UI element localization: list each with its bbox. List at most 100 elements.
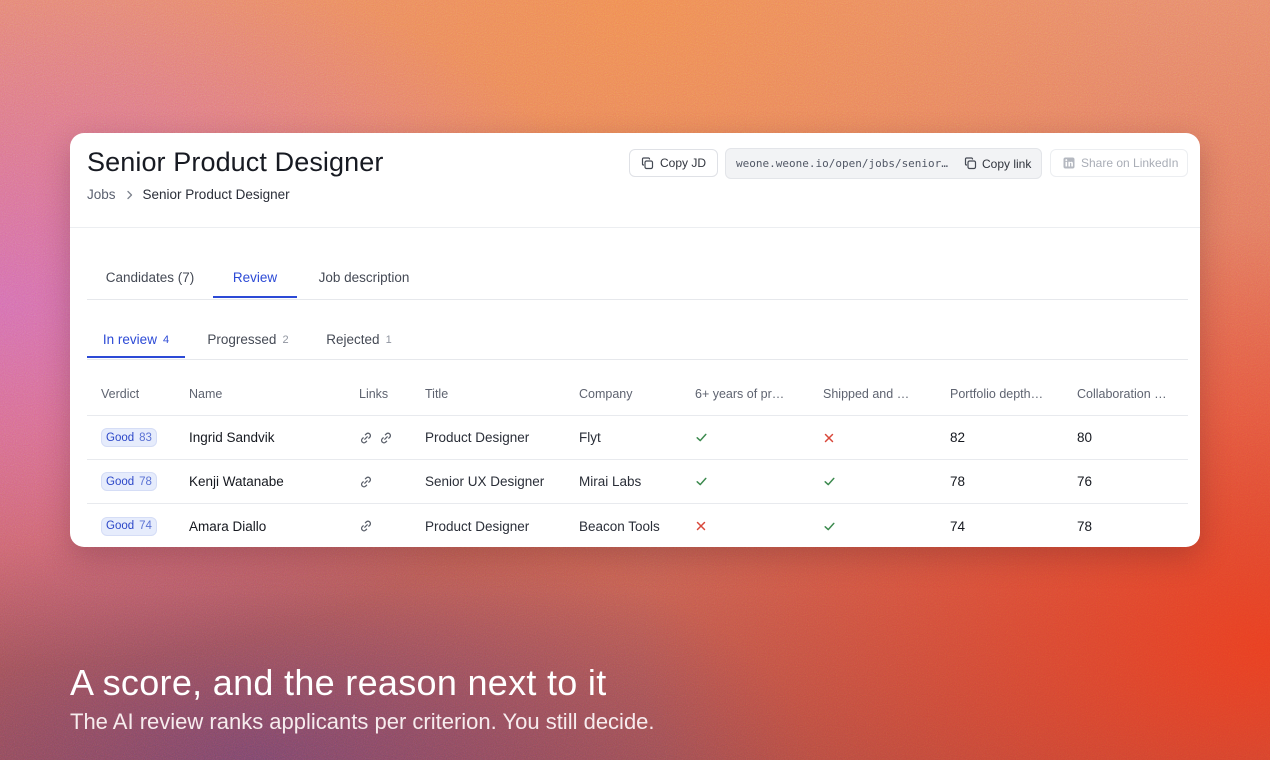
subtab-progressed[interactable]: Progressed 2 <box>195 325 301 358</box>
link-icon[interactable] <box>359 475 373 489</box>
column-header-verdict[interactable]: Verdict <box>101 373 181 415</box>
candidate-name-text: Ingrid Sandvik <box>189 430 275 445</box>
breadcrumb: Jobs Senior Product Designer <box>87 187 290 202</box>
share-linkedin-label: Share on LinkedIn <box>1081 156 1179 170</box>
candidate-name[interactable]: Ingrid Sandvik <box>189 416 349 459</box>
links-group <box>359 519 373 533</box>
subtab-in-review[interactable]: In review 4 <box>87 325 185 358</box>
chevron-right-icon <box>125 190 134 200</box>
header-divider <box>70 227 1200 228</box>
check-icon <box>823 520 836 533</box>
check-icon <box>695 475 708 488</box>
verdict-score: 78 <box>139 475 152 488</box>
score-value: 82 <box>950 430 966 445</box>
column-header-company[interactable]: Company <box>579 373 689 415</box>
cross-icon <box>695 520 707 532</box>
links-cell <box>359 460 415 503</box>
link-icon[interactable] <box>359 431 373 445</box>
verdict-score: 74 <box>139 520 152 532</box>
subtab-label: Progressed <box>207 332 277 347</box>
candidate-name[interactable]: Kenji Watanabe <box>189 460 349 503</box>
column-header-criterion-4[interactable]: Collaboration with engineering <box>1077 373 1175 415</box>
caption-title: A score, and the reason next to it <box>70 662 607 703</box>
caption-subtitle: The AI review ranks applicants per crite… <box>70 709 655 734</box>
tab-review[interactable]: Review <box>213 261 297 298</box>
criterion-2-result <box>823 504 918 547</box>
score-value: 78 <box>950 474 966 489</box>
verdict-label: Good <box>106 475 135 488</box>
candidate-title: Senior UX Designer <box>425 474 545 489</box>
link-icon[interactable] <box>359 519 373 533</box>
verdict-cell: Good 78 <box>101 460 181 503</box>
criterion-3-score: 82 <box>950 416 1045 459</box>
criterion-4-score: 80 <box>1077 416 1175 459</box>
copy-jd-label: Copy JD <box>660 156 707 170</box>
verdict-score: 83 <box>139 431 152 444</box>
criterion-3-score: 78 <box>950 460 1045 503</box>
copy-link-label: Copy link <box>982 156 1032 171</box>
candidate-title: Product Designer <box>425 518 530 534</box>
subtab-count: 2 <box>282 334 289 346</box>
links-group <box>359 475 373 489</box>
verdict-cell: Good 74 <box>101 504 181 547</box>
verdict-label: Good <box>106 520 135 532</box>
tab-job-description[interactable]: Job description <box>305 261 423 298</box>
verdict-badge: Good 78 <box>101 472 157 491</box>
column-header-criterion-2[interactable]: Shipped and maintained <box>823 373 918 415</box>
verdict-badge: Good 83 <box>101 428 157 447</box>
breadcrumb-current: Senior Product Designer <box>142 187 290 202</box>
criterion-4-score: 76 <box>1077 460 1175 503</box>
criterion-1-result <box>695 460 790 503</box>
candidate-company: Flyt <box>579 430 601 445</box>
share-linkedin-button[interactable]: Share on LinkedIn <box>1050 149 1188 177</box>
score-value: 78 <box>1077 518 1093 534</box>
job-url-field[interactable]: weone.weone.io/open/jobs/senior-product-… <box>725 148 1042 179</box>
criterion-1-result <box>695 504 790 547</box>
table-header: Verdict Name Links Title Company 6+ year… <box>87 373 1188 416</box>
column-header-name[interactable]: Name <box>189 373 349 415</box>
check-icon <box>695 431 708 444</box>
table-row[interactable]: Good 74 Amara Diallo Product Designer Beacon… <box>87 504 1188 547</box>
column-header-title[interactable]: Title <box>425 373 573 415</box>
verdict-label: Good <box>106 431 135 444</box>
column-header-criterion-1[interactable]: 6+ years of product design <box>695 373 790 415</box>
criterion-3-score: 74 <box>950 504 1045 547</box>
subtab-label: In review <box>102 332 157 347</box>
link-icon[interactable] <box>379 431 393 445</box>
candidate-name-text: Kenji Watanabe <box>189 474 284 489</box>
subtab-count: 1 <box>385 334 392 346</box>
subtab-rejected[interactable]: Rejected 1 <box>313 325 405 358</box>
links-cell <box>359 416 415 459</box>
copy-jd-button[interactable]: Copy JD <box>629 149 718 177</box>
copy-link-button[interactable]: Copy link <box>964 157 1031 171</box>
column-header-criterion-3[interactable]: Portfolio depth and craft <box>950 373 1045 415</box>
score-value: 76 <box>1077 474 1093 489</box>
subtab-count: 4 <box>162 334 170 346</box>
table-row[interactable]: Good 83 Ingrid Sandvik Product Designer Flyt… <box>87 416 1188 460</box>
candidate-title: Product Designer <box>425 430 530 445</box>
job-url-text: weone.weone.io/open/jobs/senior-product-… <box>736 157 951 170</box>
cross-icon <box>823 432 835 444</box>
check-icon <box>823 475 836 488</box>
criterion-4-score: 78 <box>1077 504 1175 547</box>
candidate-company: Beacon Tools <box>579 518 660 534</box>
tab-candidates[interactable]: Candidates (7) <box>87 261 213 298</box>
score-value: 74 <box>950 518 966 534</box>
main-tabs: Candidates (7) Review Job description <box>87 261 1188 300</box>
links-group <box>359 431 393 445</box>
review-subtabs: In review 4 Progressed 2 Rejected 1 <box>87 325 1188 360</box>
candidate-name[interactable]: Amara Diallo <box>189 504 349 547</box>
copy-icon <box>641 156 654 170</box>
candidates-table: Verdict Name Links Title Company 6+ year… <box>87 373 1188 547</box>
verdict-cell: Good 83 <box>101 416 181 459</box>
verdict-badge: Good 74 <box>101 516 157 536</box>
subtab-label: Rejected <box>326 332 380 347</box>
breadcrumb-jobs-link[interactable]: Jobs <box>87 187 116 202</box>
table-row[interactable]: Good 78 Kenji Watanabe Senior UX Designer Mi… <box>87 460 1188 504</box>
table-body: Good 83 Ingrid Sandvik Product Designer Flyt… <box>87 416 1188 547</box>
score-value: 80 <box>1077 430 1093 445</box>
page-title: Senior Product Designer <box>87 147 384 177</box>
candidate-name-text: Amara Diallo <box>189 518 267 534</box>
candidate-company: Mirai Labs <box>579 474 642 489</box>
job-card: Senior Product Designer Jobs Senior Prod… <box>70 133 1200 547</box>
